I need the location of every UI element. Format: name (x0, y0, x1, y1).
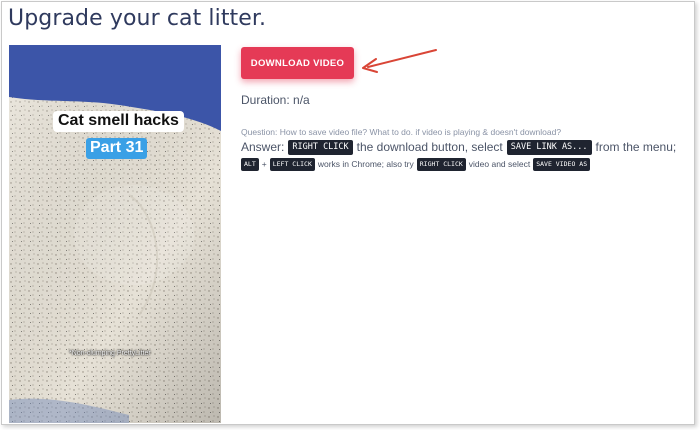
answer-text: the download button, select (356, 140, 503, 155)
video-thumbnail[interactable]: Cat smell hacks Part 31 *Non-clumping Pr… (9, 45, 221, 423)
page-frame: Upgrade your cat litter. Cat smell hacks… (1, 1, 695, 425)
answer-text: works in Chrome; also try (317, 159, 414, 170)
help-answer-line-2: ALT + LEFT CLICK works in Chrome; also t… (241, 158, 593, 171)
arrow-left-icon (362, 49, 437, 73)
answer-label: Answer: (241, 140, 285, 155)
kbd-save-video-as: SAVE VIDEO AS (533, 158, 591, 171)
kbd-right-click: RIGHT CLICK (288, 140, 353, 155)
answer-text: video and select (468, 159, 531, 170)
litter-image (9, 45, 221, 423)
video-caption-note: *Non-clumping PrettyLitter (69, 350, 151, 357)
kbd-save-link-as: SAVE LINK AS... (506, 140, 592, 155)
video-caption-title: Cat smell hacks (53, 111, 184, 132)
duration-text: Duration: n/a (241, 93, 310, 107)
answer-text: + (261, 159, 267, 170)
page-title: Upgrade your cat litter. (8, 6, 267, 31)
help-question: Question: How to save video file? What t… (241, 127, 562, 137)
kbd-left-click: LEFT CLICK (269, 158, 315, 171)
video-caption-part: Part 31 (86, 138, 148, 159)
help-answer-line-1: Answer: RIGHT CLICK the download button,… (241, 140, 676, 155)
kbd-right-click: RIGHT CLICK (416, 158, 466, 171)
download-video-button[interactable]: DOWNLOAD VIDEO (241, 47, 354, 79)
kbd-alt: ALT (241, 158, 259, 171)
answer-text: from the menu; (595, 140, 677, 155)
